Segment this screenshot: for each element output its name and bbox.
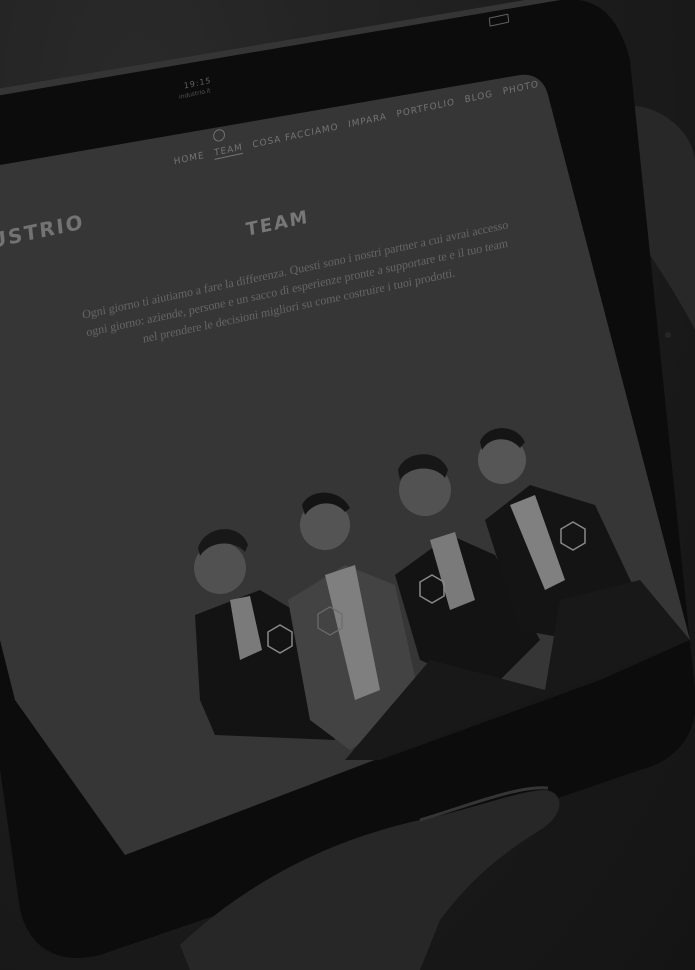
- battery-icon: [488, 13, 510, 27]
- nav-item-portfolio[interactable]: PORTFOLIO: [396, 98, 455, 121]
- site-brand[interactable]: USTRIO: [0, 209, 86, 253]
- nav-item-cosa-facciamo[interactable]: COSA FACCIAMO: [252, 122, 339, 151]
- nav-item-blog[interactable]: BLOG: [464, 89, 493, 106]
- page-title: TEAM: [244, 206, 311, 241]
- nav-item-home[interactable]: HOME: [173, 151, 205, 169]
- nav-item-photo[interactable]: PHOTO: [502, 80, 539, 99]
- intro-paragraph: Ogni giorno ti aiutiamo a fare la differ…: [81, 217, 509, 346]
- site-logo-icon[interactable]: [212, 128, 226, 143]
- photo-scene: 19:15 industrio.it USTRIO HOME TEAM COSA…: [0, 0, 695, 970]
- nav-item-impara[interactable]: IMPARA: [348, 112, 388, 131]
- nav-item-team[interactable]: TEAM: [213, 142, 244, 160]
